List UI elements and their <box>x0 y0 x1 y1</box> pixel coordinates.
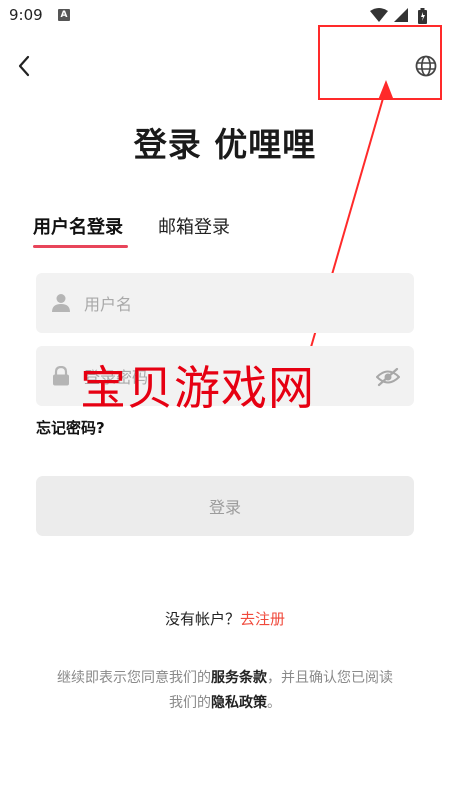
lock-icon <box>53 366 69 386</box>
page-title: 登录 优哩哩 <box>133 125 317 164</box>
terms-notice: 继续即表示您同意我们的服务条款，并且确认您已阅读 我们的隐私政策。 <box>0 666 450 716</box>
signup-prompt: 没有帐户？ <box>164 610 240 628</box>
signal-icon <box>394 8 408 22</box>
back-button[interactable] <box>10 52 38 80</box>
password-input[interactable] <box>82 346 366 408</box>
terms-line2-prefix: 我们的 <box>169 695 211 711</box>
username-input[interactable] <box>82 273 366 335</box>
password-field[interactable] <box>36 346 414 408</box>
tab-email-login[interactable]: 邮箱登录 <box>158 213 230 239</box>
eye-off-icon[interactable] <box>376 366 400 388</box>
terms-line1-prefix: 继续即表示您同意我们的 <box>57 670 211 686</box>
wifi-icon <box>370 8 388 22</box>
battery-icon <box>418 8 427 24</box>
active-tab-indicator <box>33 245 128 248</box>
notification-icon: A <box>58 9 70 21</box>
terms-of-service-link[interactable]: 服务条款 <box>211 670 267 686</box>
forgot-password-link[interactable]: 忘记密码? <box>36 417 105 438</box>
terms-line2-suffix: 。 <box>267 695 281 711</box>
tab-username-login[interactable]: 用户名登录 <box>33 213 123 239</box>
annotation-highlight-box <box>318 25 442 100</box>
privacy-policy-link[interactable]: 隐私政策 <box>211 695 267 711</box>
signup-link[interactable]: 去注册 <box>240 610 285 628</box>
login-button[interactable]: 登录 <box>36 476 414 536</box>
status-time: 9:09 <box>9 6 43 24</box>
chevron-left-icon <box>18 55 30 77</box>
terms-line1-suffix: ，并且确认您已阅读 <box>267 670 393 686</box>
user-icon <box>52 294 70 312</box>
signup-row: 没有帐户？去注册 <box>0 608 450 629</box>
username-field[interactable] <box>36 273 414 335</box>
